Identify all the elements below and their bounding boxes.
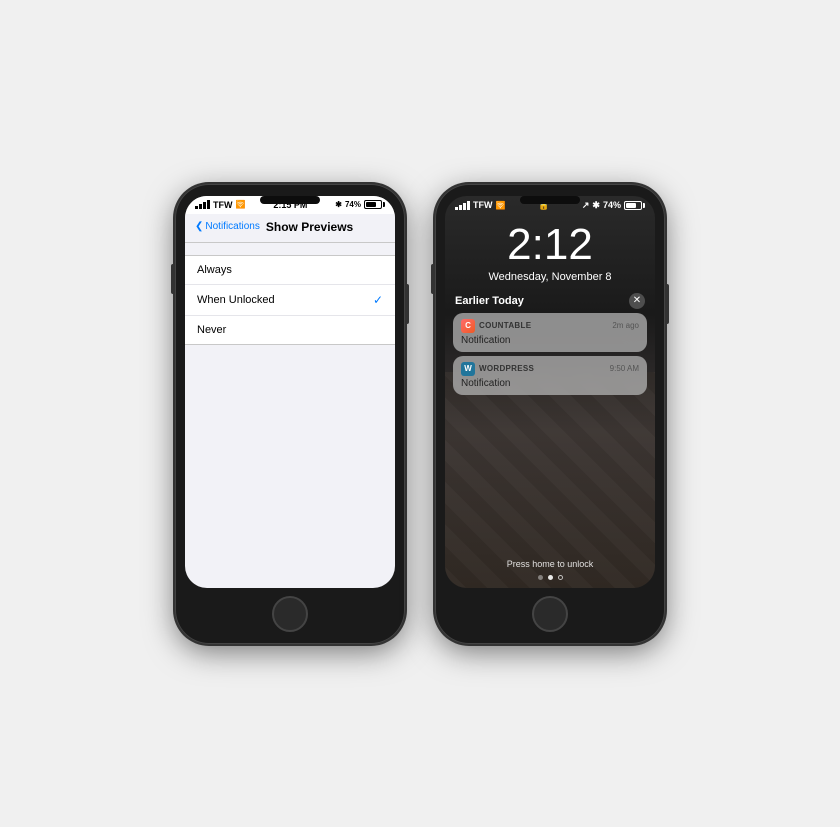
page-dot-2 [548,575,553,580]
wordpress-notif-time: 9:50 AM [610,364,639,373]
notif-app-info-2: W WORDPRESS [461,362,534,376]
notification-wordpress[interactable]: W WORDPRESS 9:50 AM Notification [453,356,647,395]
options-list: Always When Unlocked ✓ Never [185,255,395,345]
phone-notch-2 [520,196,580,204]
lock-wifi-icon: 🛜 [496,201,506,210]
lock-carrier-label: TFW [473,200,493,210]
notif-group-title: Earlier Today [455,295,524,307]
navigation-bar: ❮ Notifications Show Previews [185,214,395,243]
lock-battery-pct-label: 74% [603,200,621,210]
countable-app-icon: C [461,319,475,333]
phone-lockscreen: TFW 🛜 🔒 ↗ ✱ 74% 2:12 [435,184,665,644]
notif-card-header-2: W WORDPRESS 9:50 AM [461,362,639,376]
home-button[interactable] [272,596,308,632]
notif-close-button[interactable]: ✕ [629,293,645,309]
carrier-label: TFW [213,200,233,210]
notification-countable[interactable]: C COUNTABLE 2m ago Notification [453,313,647,352]
option-never-label: Never [197,324,226,336]
settings-screen: TFW 🛜 2:15 PM ✱ 74% [185,196,395,588]
wordpress-app-name: WORDPRESS [479,364,534,373]
wordpress-app-icon: W [461,362,475,376]
option-always[interactable]: Always [185,256,395,285]
signal-bars [195,200,210,209]
notifications-area: Earlier Today ✕ C COUNTABLE 2m ago Notif… [445,293,655,399]
status-bar-left: TFW 🛜 [195,200,245,210]
page-title: Show Previews [266,220,353,234]
notif-group-header: Earlier Today ✕ [453,293,647,309]
lock-status-left: TFW 🛜 [455,200,505,210]
notif-card-header-1: C COUNTABLE 2m ago [461,319,639,333]
back-chevron-icon: ❮ [195,221,203,232]
notif-app-info-1: C COUNTABLE [461,319,531,333]
phone-notch [260,196,320,204]
battery-pct-label: 74% [345,200,361,209]
bluetooth-icon: ✱ [335,200,342,209]
option-never[interactable]: Never [185,316,395,344]
lock-bg-pattern [445,372,655,588]
page-dot-3 [558,575,563,580]
countable-notif-message: Notification [461,335,639,346]
phone-settings: TFW 🛜 2:15 PM ✱ 74% [175,184,405,644]
lock-bottom: Press home to unlock [445,559,655,588]
option-when-unlocked[interactable]: When Unlocked ✓ [185,285,395,316]
lock-bluetooth-icon: ✱ [592,200,600,211]
checkmark-icon: ✓ [373,293,383,307]
page-dot-1 [538,575,543,580]
lock-time: 2:12 [445,223,655,267]
wordpress-notif-message: Notification [461,378,639,389]
countable-notif-time: 2m ago [612,321,639,330]
lock-gps-icon: ↗ [582,200,590,211]
wifi-icon: 🛜 [236,200,246,209]
lock-screen: TFW 🛜 🔒 ↗ ✱ 74% 2:12 [445,196,655,588]
lock-date: Wednesday, November 8 [445,271,655,283]
back-label: Notifications [205,221,259,232]
page-dots [538,575,563,580]
status-bar-right: ✱ 74% [335,200,385,209]
option-always-label: Always [197,264,232,276]
press-home-label: Press home to unlock [507,559,594,569]
battery-indicator [364,200,385,209]
countable-app-name: COUNTABLE [479,321,531,330]
back-button[interactable]: ❮ Notifications [195,221,260,232]
option-when-unlocked-label: When Unlocked [197,294,275,306]
lock-status-right: ↗ ✱ 74% [582,200,645,211]
home-button-2[interactable] [532,596,568,632]
lock-battery-indicator [624,201,645,210]
lock-signal-bars [455,201,470,210]
